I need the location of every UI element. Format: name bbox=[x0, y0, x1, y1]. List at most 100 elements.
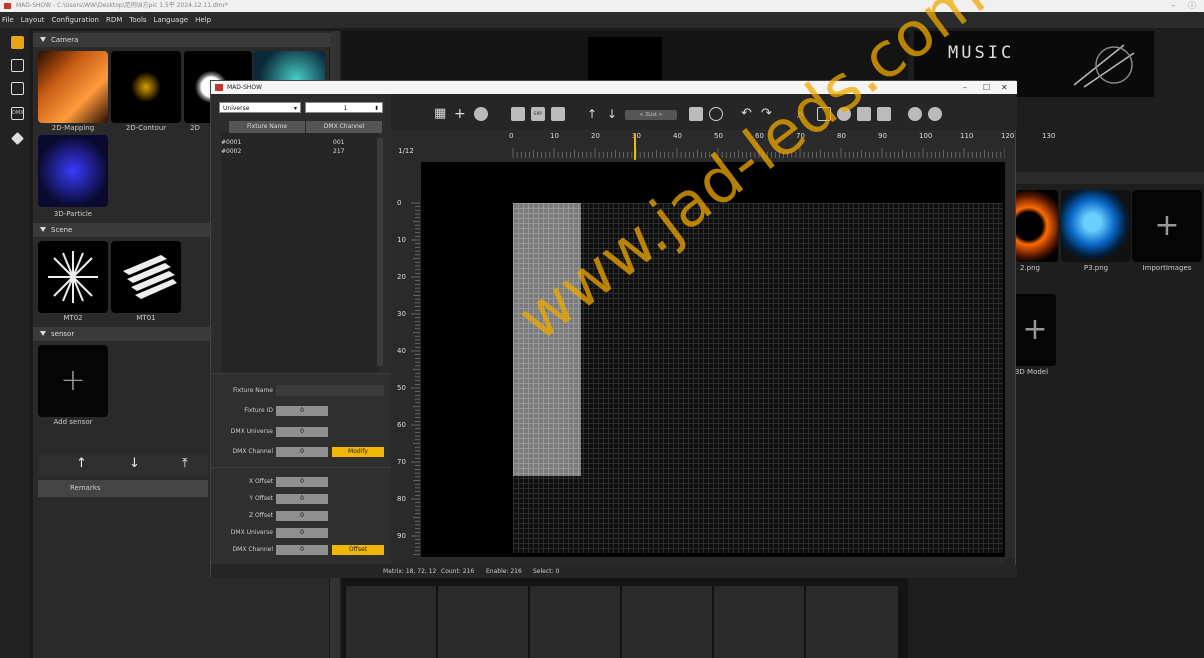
spin-arrows-icon: ⬍ bbox=[373, 105, 379, 112]
status-select: Select: 0 bbox=[533, 568, 560, 575]
move-up-button[interactable]: ↑ bbox=[76, 456, 87, 471]
col-dmx-channel[interactable]: DMX Channel bbox=[306, 121, 382, 133]
thumb-mt02[interactable] bbox=[38, 241, 108, 313]
fixture-list bbox=[221, 133, 379, 373]
canvas-vscrollbar[interactable] bbox=[1005, 138, 1015, 558]
add-icon[interactable]: + bbox=[454, 107, 468, 121]
add-sensor-button[interactable]: + bbox=[38, 345, 108, 417]
thumb-image-p3[interactable] bbox=[1061, 190, 1131, 262]
dmx-channel-stepper[interactable]: 0 bbox=[276, 447, 328, 457]
status-count: Count: 216 bbox=[441, 568, 475, 575]
matrix-icon[interactable]: ▦ bbox=[434, 107, 448, 121]
grid-cell[interactable] bbox=[622, 586, 712, 658]
label-2d: 2D bbox=[190, 124, 200, 132]
offset-universe-stepper[interactable]: 0 bbox=[276, 528, 328, 538]
music-banner-text: MUSIC bbox=[948, 43, 1015, 63]
menu-rdm[interactable]: RDM bbox=[106, 12, 122, 28]
ruler-label: 70 bbox=[796, 132, 805, 140]
minimize-button[interactable]: – bbox=[1171, 1, 1175, 10]
info-icon[interactable]: ⓘ bbox=[1188, 1, 1196, 10]
col-fixture-name[interactable]: Fixture Name bbox=[229, 121, 305, 133]
search-icon[interactable]: ⌕ bbox=[797, 107, 811, 121]
ruler-label: 90 bbox=[878, 132, 887, 140]
ruler-label: 100 bbox=[919, 132, 933, 140]
universe-number-input[interactable]: 1 ⬍ bbox=[305, 102, 383, 113]
dialog-maximize-button[interactable]: ☐ bbox=[983, 81, 990, 94]
status-enable: Enable: 216 bbox=[486, 568, 522, 575]
camera-section-header[interactable]: Camera bbox=[33, 33, 330, 47]
offset-channel-stepper[interactable]: 0 bbox=[276, 545, 328, 555]
ruler-label: 60 bbox=[755, 132, 764, 140]
thumb-2d-contour[interactable] bbox=[111, 51, 181, 123]
globe-icon[interactable] bbox=[474, 107, 488, 121]
list-toggle[interactable]: < 2List > bbox=[625, 110, 677, 120]
ruler-label: 110 bbox=[960, 132, 974, 140]
ruler-label: 80 bbox=[837, 132, 846, 140]
app-logo-icon bbox=[4, 3, 11, 9]
grid-cell[interactable] bbox=[438, 586, 528, 658]
menu-layout[interactable]: Layout bbox=[21, 12, 45, 28]
fixture-name-input[interactable] bbox=[276, 385, 384, 396]
list-item[interactable]: #0002 217 bbox=[221, 147, 371, 156]
thumb-mt01[interactable] bbox=[111, 241, 181, 313]
starburst-icon bbox=[48, 251, 98, 303]
fixture-id-stepper[interactable]: 0 bbox=[276, 406, 328, 416]
list-item[interactable]: #0001 001 bbox=[221, 138, 371, 147]
delete-icon[interactable] bbox=[817, 107, 831, 121]
list-icon[interactable] bbox=[11, 82, 24, 95]
menu-file[interactable]: File bbox=[2, 12, 14, 28]
y-offset-stepper[interactable]: 0 bbox=[276, 494, 328, 504]
fixture-id-label: Fixture ID bbox=[244, 407, 273, 414]
menu-tools[interactable]: Tools bbox=[129, 12, 146, 28]
rotate-90-icon[interactable] bbox=[908, 107, 922, 121]
location-icon[interactable] bbox=[709, 107, 723, 121]
import-images-button[interactable]: + bbox=[1132, 190, 1202, 262]
dialog-close-button[interactable]: ✕ bbox=[1001, 81, 1008, 94]
grid-cell[interactable] bbox=[346, 586, 436, 658]
undo-icon[interactable]: ↶ bbox=[741, 107, 755, 121]
ruler-labels: 0 10 20 30 40 50 60 70 80 90 100 110 120 130 bbox=[421, 132, 1055, 144]
move-top-button[interactable]: ⤒ bbox=[182, 456, 188, 471]
user-icon[interactable] bbox=[877, 107, 891, 121]
menu-language[interactable]: Language bbox=[154, 12, 189, 28]
preview-box bbox=[588, 37, 662, 81]
thumb-3d-particle[interactable] bbox=[38, 135, 108, 207]
fixture-name-label: Fixture Name bbox=[232, 387, 273, 394]
layout-icon[interactable] bbox=[11, 36, 24, 49]
move-down-button[interactable]: ↓ bbox=[129, 456, 140, 471]
rotate-180-icon[interactable] bbox=[928, 107, 942, 121]
redo-icon[interactable]: ↷ bbox=[761, 107, 775, 121]
add-3d-model-button[interactable]: + bbox=[1014, 294, 1056, 366]
window-controls[interactable]: – ⓘ bbox=[1171, 0, 1196, 12]
grid-cell[interactable] bbox=[714, 586, 804, 658]
canvas-hscrollbar[interactable] bbox=[391, 557, 1005, 565]
grid-layout-icon[interactable] bbox=[689, 107, 703, 121]
fixture-block-selection[interactable] bbox=[513, 203, 581, 476]
pixel-matrix-grid[interactable] bbox=[513, 203, 1003, 553]
fill-icon[interactable] bbox=[857, 107, 871, 121]
arrow-up-icon[interactable]: ↑ bbox=[587, 107, 601, 121]
dialog-logo-icon bbox=[215, 84, 223, 91]
fixture-list-scrollbar[interactable] bbox=[377, 138, 383, 366]
dmx-universe-stepper[interactable]: 0 bbox=[276, 427, 328, 437]
menu-configuration[interactable]: Configuration bbox=[52, 12, 99, 28]
vruler-label: 70 bbox=[397, 458, 406, 466]
offset-button[interactable]: Offset bbox=[332, 545, 384, 555]
dmx-icon[interactable]: DMX bbox=[11, 107, 24, 120]
thumb-image-2[interactable] bbox=[1016, 190, 1058, 262]
layers-icon[interactable] bbox=[837, 107, 851, 121]
x-offset-stepper[interactable]: 0 bbox=[276, 477, 328, 487]
grid-cell[interactable] bbox=[806, 586, 898, 658]
stage-icon[interactable] bbox=[11, 59, 24, 72]
arrow-down-icon[interactable]: ↓ bbox=[607, 107, 621, 121]
modify-button[interactable]: Modify bbox=[332, 447, 384, 457]
rotate-icon[interactable] bbox=[511, 107, 525, 121]
z-offset-stepper[interactable]: 0 bbox=[276, 511, 328, 521]
menu-help[interactable]: Help bbox=[195, 12, 211, 28]
save-icon[interactable] bbox=[551, 107, 565, 121]
export-icon[interactable]: EXP bbox=[531, 107, 545, 121]
universe-select[interactable]: Universe ▾ bbox=[219, 102, 301, 113]
thumb-2d-mapping[interactable] bbox=[38, 51, 108, 123]
grid-cell[interactable] bbox=[530, 586, 620, 658]
dialog-minimize-button[interactable]: – bbox=[963, 81, 967, 94]
